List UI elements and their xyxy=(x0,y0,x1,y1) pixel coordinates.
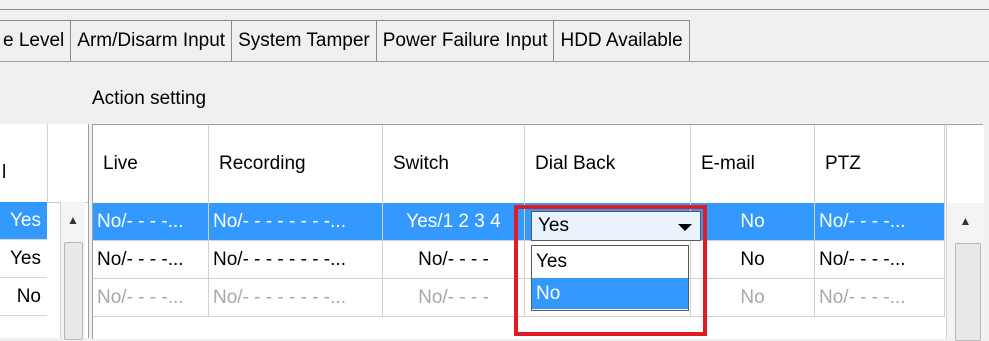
cell-switch[interactable]: No/- - - - xyxy=(383,279,525,317)
column-header-ptz[interactable]: PTZ xyxy=(815,125,945,203)
cell-switch[interactable]: No/- - - - xyxy=(383,241,525,279)
column-divider xyxy=(47,124,48,202)
scroll-up-arrow-icon[interactable]: ▲ xyxy=(947,203,984,239)
left-vertical-scrollbar[interactable]: ▲ xyxy=(60,202,85,340)
tab-level[interactable]: e Level xyxy=(0,20,72,62)
column-header-email[interactable]: E-mail xyxy=(691,125,815,203)
tab-power-failure-input[interactable]: Power Failure Input xyxy=(376,20,555,62)
cell-switch[interactable]: Yes/1 2 3 4 xyxy=(383,203,525,241)
tab-hdd-available[interactable]: HDD Available xyxy=(554,20,690,62)
left-table: l Yes Yes No ▲ xyxy=(0,124,89,340)
column-header-switch[interactable]: Switch xyxy=(383,125,525,203)
scroll-up-arrow-icon[interactable]: ▲ xyxy=(61,202,85,238)
tab-arm-disarm-input[interactable]: Arm/Disarm Input xyxy=(71,20,233,62)
cell-ptz[interactable]: No/- - - -... xyxy=(815,241,945,279)
red-highlight-box xyxy=(514,205,707,336)
section-title: Action setting xyxy=(92,88,207,109)
left-column-header: l xyxy=(2,162,7,183)
tab-system-tamper[interactable]: System Tamper xyxy=(232,20,377,62)
cell-ptz[interactable]: No/- - - -... xyxy=(815,203,945,241)
left-table-header: l xyxy=(0,124,88,203)
cell-recording[interactable]: No/- - - - - - - -... xyxy=(209,241,383,279)
table-vertical-scrollbar[interactable]: ▲ xyxy=(946,203,984,341)
table-header: Live Recording Switch Dial Back E-mail P… xyxy=(93,125,945,204)
window-top-edge xyxy=(0,0,989,10)
cell-live[interactable]: No/- - - -... xyxy=(93,279,209,317)
cell-ptz[interactable]: No/- - - -... xyxy=(815,279,945,317)
cell-live[interactable]: No/- - - -... xyxy=(93,203,209,241)
cell-email[interactable]: No xyxy=(691,279,815,317)
left-row[interactable]: No xyxy=(0,278,47,316)
scroll-thumb[interactable] xyxy=(64,242,83,340)
column-header-recording[interactable]: Recording xyxy=(209,125,383,203)
cell-live[interactable]: No/- - - -... xyxy=(93,241,209,279)
cell-recording[interactable]: No/- - - - - - - -... xyxy=(209,203,383,241)
scroll-thumb[interactable] xyxy=(955,243,981,341)
cell-email[interactable]: No xyxy=(691,203,815,241)
event-tab-bar: e Level Arm/Disarm Input System Tamper P… xyxy=(0,20,690,62)
left-row[interactable]: Yes xyxy=(0,240,47,278)
column-header-live[interactable]: Live xyxy=(93,125,209,203)
column-header-dial-back[interactable]: Dial Back xyxy=(525,125,691,203)
cell-email[interactable]: No xyxy=(691,241,815,279)
cell-recording[interactable]: No/- - - - - - - -... xyxy=(209,279,383,317)
header-filler xyxy=(946,125,984,203)
left-row-selected[interactable]: Yes xyxy=(0,202,47,240)
